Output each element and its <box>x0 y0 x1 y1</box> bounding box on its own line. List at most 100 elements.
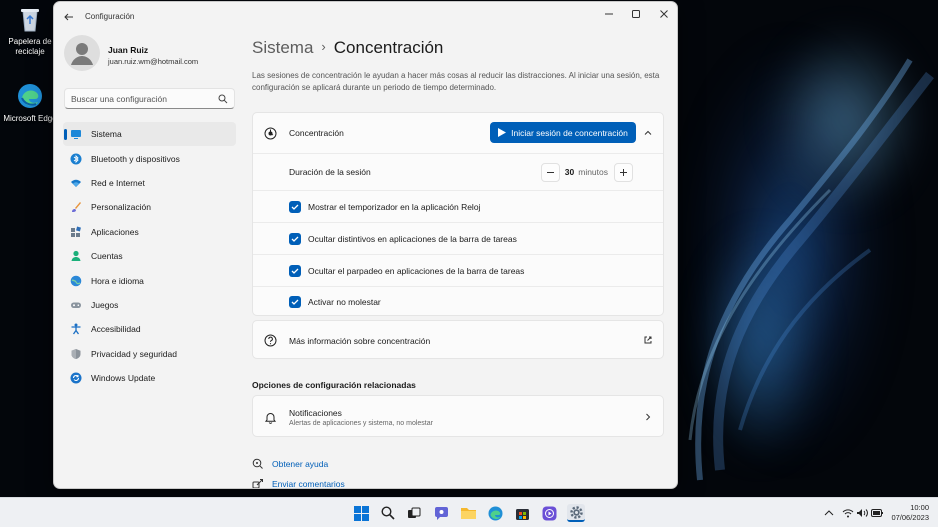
back-button[interactable] <box>63 10 75 22</box>
breadcrumb: Sistema › Concentración <box>252 38 443 58</box>
arrow-left-icon <box>64 13 73 21</box>
focus-title: Concentración <box>289 128 344 138</box>
user-profile[interactable]: Juan Ruiz juan.ruiz.wm@hotmail.com <box>64 35 264 73</box>
option-row[interactable]: Mostrar el temporizador en la aplicación… <box>253 191 663 222</box>
person-icon <box>70 250 82 262</box>
checkbox-do-not-disturb[interactable] <box>289 296 301 308</box>
check-icon <box>291 299 299 305</box>
taskbar-file-explorer[interactable] <box>459 504 477 522</box>
sidebar-item-personalizacion[interactable]: Personalización <box>63 195 236 219</box>
taskbar-media-app[interactable] <box>540 504 558 522</box>
settings-window: Configuración Juan Ruiz juan.ruiz.wm@hot… <box>53 1 678 489</box>
duration-unit: minutos <box>578 167 608 177</box>
folder-icon <box>460 508 476 519</box>
edge-icon <box>488 506 502 520</box>
apps-icon <box>70 226 82 238</box>
checkbox-show-timer[interactable] <box>289 200 301 213</box>
breadcrumb-separator: › <box>321 39 326 54</box>
notifications-subtitle: Alertas de aplicaciones y sistema, no mo… <box>289 419 433 427</box>
more-info-label: Más información sobre concentración <box>289 335 431 346</box>
chevron-right-icon[interactable] <box>643 412 653 422</box>
gamepad-icon <box>70 299 82 311</box>
duration-value: 30 <box>564 167 575 177</box>
sidebar-item-bluetooth[interactable]: Bluetooth y dispositivos <box>63 146 236 170</box>
sidebar-item-aplicaciones[interactable]: Aplicaciones <box>63 220 236 244</box>
volume-icon[interactable] <box>856 508 868 518</box>
avatar <box>64 35 100 71</box>
recycle-bin-icon <box>16 5 44 33</box>
send-feedback-link[interactable]: Enviar comentarios <box>252 478 345 488</box>
taskbar-chat-button[interactable] <box>432 504 450 522</box>
sidebar-item-accesibilidad[interactable]: Accesibilidad <box>63 317 236 341</box>
play-icon <box>498 128 507 137</box>
focus-card: Concentración Iniciar sesión de concentr… <box>252 112 664 316</box>
desktop-icon-recycle-bin[interactable]: Papelera de reciclaje <box>0 5 60 57</box>
sidebar-item-red[interactable]: Red e Internet <box>63 171 236 195</box>
desktop-icon-edge[interactable]: Microsoft Edge <box>0 82 60 124</box>
focus-header-row[interactable]: Concentración Iniciar sesión de concentr… <box>253 113 663 153</box>
minus-icon <box>546 171 554 173</box>
taskbar-edge[interactable] <box>486 504 504 522</box>
wifi-icon[interactable] <box>842 508 854 518</box>
search-icon[interactable] <box>218 94 228 104</box>
taskbar-search-button[interactable] <box>379 504 397 522</box>
search-box[interactable] <box>64 88 235 109</box>
sidebar-item-juegos[interactable]: Juegos <box>63 293 236 317</box>
task-view-icon <box>408 507 421 518</box>
clock-time: 10:00 <box>910 503 929 512</box>
chevron-up-icon[interactable] <box>643 128 653 138</box>
plus-icon <box>620 168 627 176</box>
main-content: Sistema › Concentración Las sesiones de co… <box>252 2 677 488</box>
checkbox-hide-flashing[interactable] <box>289 264 301 277</box>
check-icon <box>291 204 299 210</box>
sidebar-item-windows-update[interactable]: Windows Update <box>63 366 236 390</box>
taskbar-store[interactable] <box>513 504 531 522</box>
system-clock[interactable]: 10:00 07/06/2023 <box>891 503 929 523</box>
sidebar-item-hora[interactable]: Hora e idioma <box>63 268 236 292</box>
sidebar-nav: Sistema Bluetooth y dispositivos Red e I… <box>63 122 236 390</box>
start-focus-session-button[interactable]: Iniciar sesión de concentración <box>490 122 636 143</box>
store-icon <box>515 508 529 520</box>
option-row[interactable]: Ocultar distintivos en aplicaciones de l… <box>253 223 663 254</box>
battery-icon[interactable] <box>871 509 883 517</box>
option-label: Activar no molestar <box>308 297 381 307</box>
get-help-link[interactable]: Obtener ayuda <box>252 458 328 470</box>
task-view-button[interactable] <box>405 504 423 522</box>
user-email: juan.ruiz.wm@hotmail.com <box>108 57 199 66</box>
sidebar-item-privacidad[interactable]: Privacidad y seguridad <box>63 342 236 366</box>
chevron-up-icon[interactable] <box>824 509 834 517</box>
chat-help-icon <box>252 458 263 469</box>
page-description: Las sesiones de concentración le ayudan … <box>252 71 660 92</box>
monitor-icon <box>70 128 82 140</box>
option-label: Ocultar el parpadeo en aplicaciones de l… <box>308 265 525 276</box>
checkbox-hide-badges[interactable] <box>289 232 301 245</box>
search-input[interactable] <box>71 92 211 106</box>
update-icon <box>70 372 82 384</box>
duration-row: Duración de la sesión 30 minutos <box>253 154 663 190</box>
option-label: Ocultar distintivos en aplicaciones de l… <box>308 233 517 244</box>
notifications-card[interactable]: Notificaciones Alertas de aplicaciones y… <box>252 395 664 437</box>
page-title: Concentración <box>333 38 444 57</box>
notifications-text: Notificaciones Alertas de aplicaciones y… <box>289 408 433 427</box>
option-label: Mostrar el temporizador en la aplicación… <box>308 201 481 212</box>
taskbar-settings-active[interactable] <box>567 504 585 522</box>
edge-icon <box>16 82 44 110</box>
check-icon <box>291 236 299 242</box>
notifications-title: Notificaciones <box>289 407 342 418</box>
accessibility-icon <box>70 323 82 335</box>
option-row[interactable]: Activar no molestar <box>253 287 663 317</box>
decrease-duration-button[interactable] <box>540 162 560 182</box>
window-title: Configuración <box>85 12 135 21</box>
person-icon <box>71 43 93 65</box>
option-row[interactable]: Ocultar el parpadeo en aplicaciones de l… <box>253 255 663 286</box>
sidebar-item-cuentas[interactable]: Cuentas <box>63 244 236 268</box>
external-link-icon[interactable] <box>643 335 653 345</box>
more-info-card[interactable]: Más información sobre concentración <box>252 320 664 359</box>
start-button[interactable] <box>352 504 370 522</box>
sidebar-item-sistema[interactable]: Sistema <box>63 122 236 147</box>
duration-label: Duración de la sesión <box>289 167 371 177</box>
breadcrumb-parent[interactable]: Sistema <box>252 38 313 57</box>
bluetooth-icon <box>70 153 82 165</box>
increase-duration-button[interactable] <box>614 162 633 182</box>
globe-clock-icon <box>70 275 82 287</box>
